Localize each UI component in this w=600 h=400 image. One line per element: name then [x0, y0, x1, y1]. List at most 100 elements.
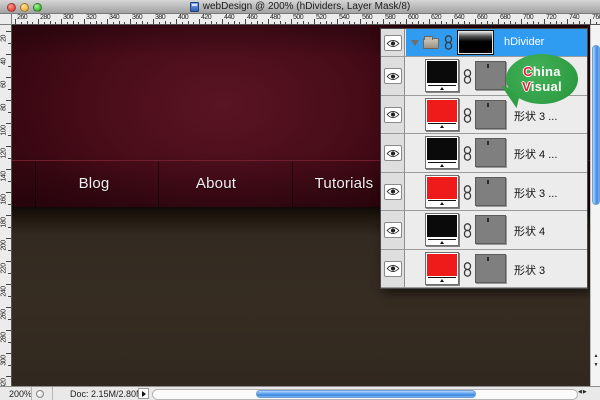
ruler-corner [0, 14, 12, 25]
layer-row[interactable]: 形状 3 [381, 250, 587, 289]
visibility-toggle[interactable] [384, 184, 402, 200]
ruler-tick [211, 21, 212, 24]
ruler-tick [308, 22, 309, 24]
eye-icon [386, 110, 400, 119]
ruler-tick [584, 22, 585, 24]
scroll-down-icon: ▼ [594, 361, 599, 370]
ruler-label: 520 [316, 14, 326, 21]
ruler-tick [216, 22, 217, 24]
ruler-label: 740 [569, 14, 579, 21]
horizontal-scroll-arrows[interactable]: ◀▶ [578, 389, 588, 395]
vertical-scrollbar[interactable]: ▲▼ [590, 25, 600, 386]
horizontal-scrollbar-thumb[interactable] [256, 390, 476, 398]
ruler-label: 20 [1, 32, 8, 46]
ruler-tick [579, 21, 580, 24]
ruler-label: 300 [1, 354, 8, 368]
ruler-label: 180 [1, 216, 8, 230]
layer-mask-thumbnail[interactable] [475, 215, 506, 244]
visibility-toggle[interactable] [384, 145, 402, 161]
ruler-tick [78, 22, 79, 24]
ruler-label: 660 [477, 14, 487, 21]
ruler-tick [464, 21, 465, 24]
visibility-toggle[interactable] [384, 35, 402, 51]
title-bar[interactable]: webDesign @ 200% (hDividers, Layer Mask/… [0, 0, 600, 14]
ruler-tick [320, 22, 321, 24]
ruler-tick [8, 319, 11, 320]
ruler-label: 320 [86, 14, 96, 21]
ruler-tick [193, 22, 194, 24]
close-button[interactable] [7, 3, 16, 12]
layer-name[interactable]: 形状 3 ... [514, 185, 557, 201]
horizontal-scrollbar[interactable] [152, 389, 578, 400]
layer-name[interactable]: 形状 4 ... [514, 146, 557, 162]
zoom-button[interactable] [33, 3, 42, 12]
ruler-tick [136, 22, 137, 24]
ruler-tick [147, 22, 148, 24]
scroll-up-icon: ▲ [594, 352, 599, 361]
ruler-tick [303, 21, 304, 24]
visibility-toggle[interactable] [384, 107, 402, 123]
ruler-tick [251, 22, 252, 24]
group-mask-thumbnail[interactable] [458, 31, 493, 54]
layer-thumbnail[interactable] [425, 252, 459, 285]
link-icon [463, 108, 472, 123]
visibility-toggle[interactable] [384, 222, 402, 238]
ruler-tick [124, 22, 125, 24]
layer-thumbnail[interactable] [425, 136, 459, 169]
ruler-tick [176, 19, 177, 24]
vertical-scroll-arrows[interactable]: ▲▼ [591, 352, 600, 372]
ruler-label: 440 [224, 14, 234, 21]
layer-group-name[interactable]: hDivider [504, 36, 544, 48]
ruler-tick [441, 21, 442, 24]
link-icon [444, 35, 453, 50]
ruler-tick [469, 22, 470, 24]
minimize-button[interactable] [20, 3, 29, 12]
ruler-tick [544, 19, 545, 24]
layer-group-row[interactable]: hDivider [381, 29, 587, 57]
ruler-tick [165, 21, 166, 24]
layer-name[interactable]: 形状 4 [514, 223, 545, 239]
ruler-tick [96, 21, 97, 24]
ruler-tick [8, 89, 11, 90]
zoom-level-field[interactable]: 200% [9, 389, 32, 399]
disclosure-triangle-icon[interactable] [411, 40, 419, 46]
layer-row[interactable]: 形状 4 ... [381, 134, 587, 173]
ruler-tick [291, 19, 292, 24]
ruler-tick [446, 22, 447, 24]
ruler-label: 720 [546, 14, 556, 21]
visibility-toggle[interactable] [384, 261, 402, 277]
folder-icon [423, 38, 439, 49]
layer-mask-thumbnail[interactable] [475, 177, 506, 206]
ruler-tick [8, 296, 11, 297]
layer-thumbnail[interactable] [425, 213, 459, 246]
window-title: webDesign @ 200% (hDividers, Layer Mask/… [203, 1, 410, 12]
ruler-tick [8, 43, 11, 44]
ruler-tick [498, 19, 499, 24]
ruler-tick [423, 22, 424, 24]
ruler-tick [205, 22, 206, 24]
visibility-toggle[interactable] [384, 68, 402, 84]
layer-thumbnail[interactable] [425, 175, 459, 208]
layer-name[interactable]: 形状 3 ... [514, 108, 557, 124]
ruler-tick [366, 22, 367, 24]
ruler-tick [596, 22, 597, 24]
ruler-tick [142, 21, 143, 24]
design-vertical-divider [35, 161, 36, 207]
layer-row[interactable]: 形状 4 [381, 211, 587, 250]
layer-name[interactable]: 形状 3 [514, 262, 545, 278]
vertical-scrollbar-thumb[interactable] [592, 45, 600, 205]
ruler-tick [418, 21, 419, 24]
layer-mask-thumbnail[interactable] [475, 138, 506, 167]
ruler-label: 120 [1, 147, 8, 161]
layer-thumbnail[interactable] [425, 59, 459, 92]
layer-row[interactable]: 形状 3 ... [381, 173, 587, 212]
status-menu-button[interactable] [138, 388, 149, 399]
ruler-tick [504, 22, 505, 24]
ruler-label: 280 [1, 331, 8, 345]
ruler-tick [521, 19, 522, 24]
layer-thumbnail[interactable] [425, 98, 459, 131]
ruler-tick [257, 21, 258, 24]
ruler-tick [8, 342, 11, 343]
ruler-label: 500 [293, 14, 303, 21]
layer-mask-thumbnail[interactable] [475, 254, 506, 283]
